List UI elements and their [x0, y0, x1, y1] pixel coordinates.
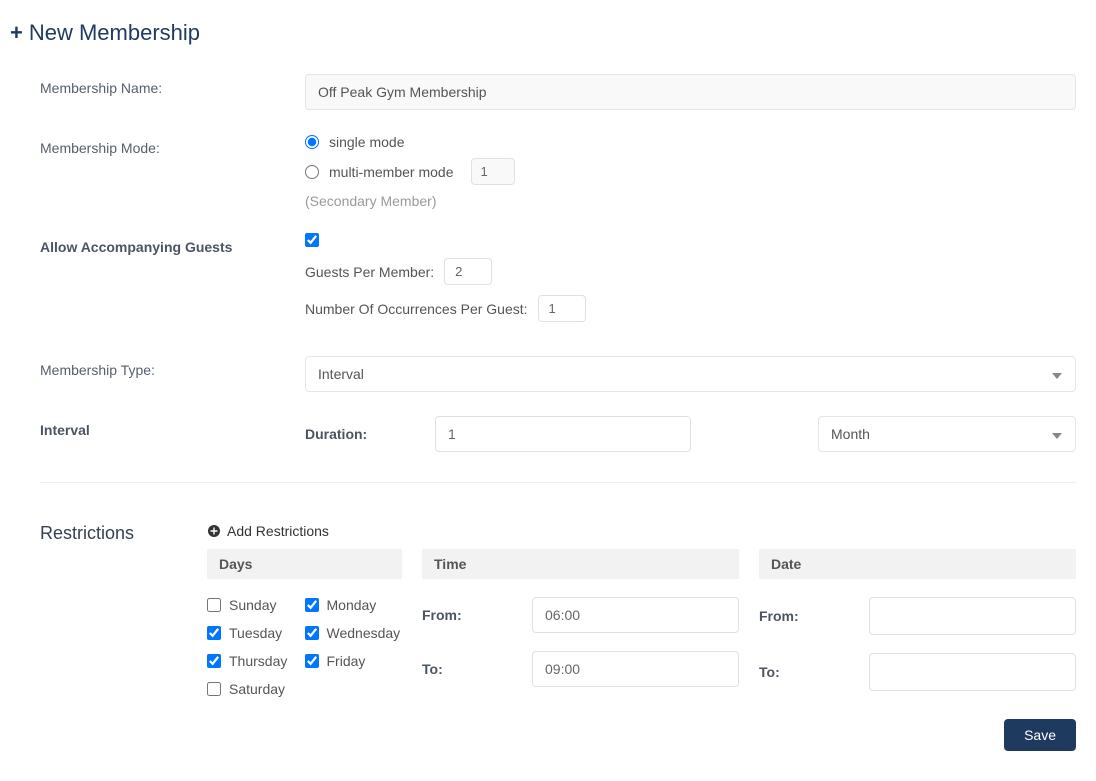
label-interval: Interval [40, 416, 305, 438]
radio-single-mode-label: single mode [329, 134, 405, 150]
days-header: Days [207, 549, 402, 579]
restrictions-title: Restrictions [40, 523, 207, 544]
radio-multi-mode[interactable] [305, 165, 319, 179]
time-to-input[interactable] [532, 651, 739, 687]
day-tuesday[interactable]: Tuesday [207, 625, 305, 641]
row-membership-mode: Membership Mode: single mode multi-membe… [40, 134, 1076, 209]
time-column: Time From: To: [422, 549, 739, 709]
day-sunday-label: Sunday [229, 597, 276, 613]
divider [40, 482, 1076, 483]
occurrences-per-guest-input[interactable] [538, 295, 586, 322]
day-thursday-checkbox[interactable] [207, 654, 221, 668]
add-restrictions-button[interactable]: Add Restrictions [207, 523, 1076, 539]
date-column: Date From: To: [759, 549, 1076, 709]
label-membership-name: Membership Name: [40, 74, 305, 96]
day-friday-label: Friday [327, 653, 366, 669]
day-friday[interactable]: Friday [305, 653, 403, 669]
day-thursday-label: Thursday [229, 653, 287, 669]
day-saturday-checkbox[interactable] [207, 682, 221, 696]
guests-per-member-input[interactable] [444, 258, 492, 285]
page-title: + New Membership [10, 20, 1086, 46]
multi-mode-count-input [471, 158, 515, 185]
time-from-label: From: [422, 607, 532, 623]
day-thursday[interactable]: Thursday [207, 653, 305, 669]
row-membership-type: Membership Type: Interval [40, 356, 1076, 392]
allow-guests-checkbox[interactable] [305, 233, 319, 247]
radio-single-mode[interactable] [305, 135, 319, 149]
day-monday-label: Monday [327, 597, 377, 613]
time-from-input[interactable] [532, 597, 739, 633]
duration-input[interactable] [435, 416, 691, 452]
label-duration: Duration: [305, 426, 435, 442]
page-title-text: New Membership [29, 20, 200, 46]
row-interval: Interval Duration: Month [40, 416, 1076, 452]
day-friday-checkbox[interactable] [305, 654, 319, 668]
day-monday-checkbox[interactable] [305, 598, 319, 612]
day-saturday[interactable]: Saturday [207, 681, 305, 697]
date-from-label: From: [759, 608, 869, 624]
day-wednesday-checkbox[interactable] [305, 626, 319, 640]
day-tuesday-checkbox[interactable] [207, 626, 221, 640]
radio-multi-mode-label: multi-member mode [329, 164, 453, 180]
day-tuesday-label: Tuesday [229, 625, 282, 641]
day-wednesday[interactable]: Wednesday [305, 625, 403, 641]
save-button[interactable]: Save [1004, 719, 1076, 751]
time-header: Time [422, 549, 739, 579]
circle-plus-icon [207, 524, 221, 538]
guests-per-member-label: Guests Per Member: [305, 264, 434, 280]
time-to-label: To: [422, 661, 532, 677]
row-membership-name: Membership Name: [40, 74, 1076, 110]
day-monday[interactable]: Monday [305, 597, 403, 613]
label-membership-type: Membership Type: [40, 356, 305, 378]
restrictions-section: Restrictions Add Restrictions Days Sunda… [40, 523, 1076, 709]
day-saturday-label: Saturday [229, 681, 285, 697]
date-header: Date [759, 549, 1076, 579]
date-from-input[interactable] [869, 597, 1076, 635]
interval-unit-select[interactable]: Month [818, 416, 1076, 452]
day-sunday-checkbox[interactable] [207, 598, 221, 612]
plus-icon: + [10, 20, 23, 46]
date-to-input[interactable] [869, 653, 1076, 691]
occurrences-per-guest-label: Number Of Occurrences Per Guest: [305, 301, 528, 317]
secondary-member-hint: (Secondary Member) [305, 193, 1076, 209]
add-restrictions-label: Add Restrictions [227, 523, 329, 539]
day-wednesday-label: Wednesday [327, 625, 401, 641]
membership-name-input[interactable] [305, 74, 1076, 110]
date-to-label: To: [759, 664, 869, 680]
days-column: Days Sunday Monday Tuesday [207, 549, 402, 709]
label-allow-guests: Allow Accompanying Guests [40, 233, 305, 255]
row-allow-guests: Allow Accompanying Guests Guests Per Mem… [40, 233, 1076, 332]
membership-type-select[interactable]: Interval [305, 356, 1076, 392]
label-membership-mode: Membership Mode: [40, 134, 305, 156]
day-sunday[interactable]: Sunday [207, 597, 305, 613]
